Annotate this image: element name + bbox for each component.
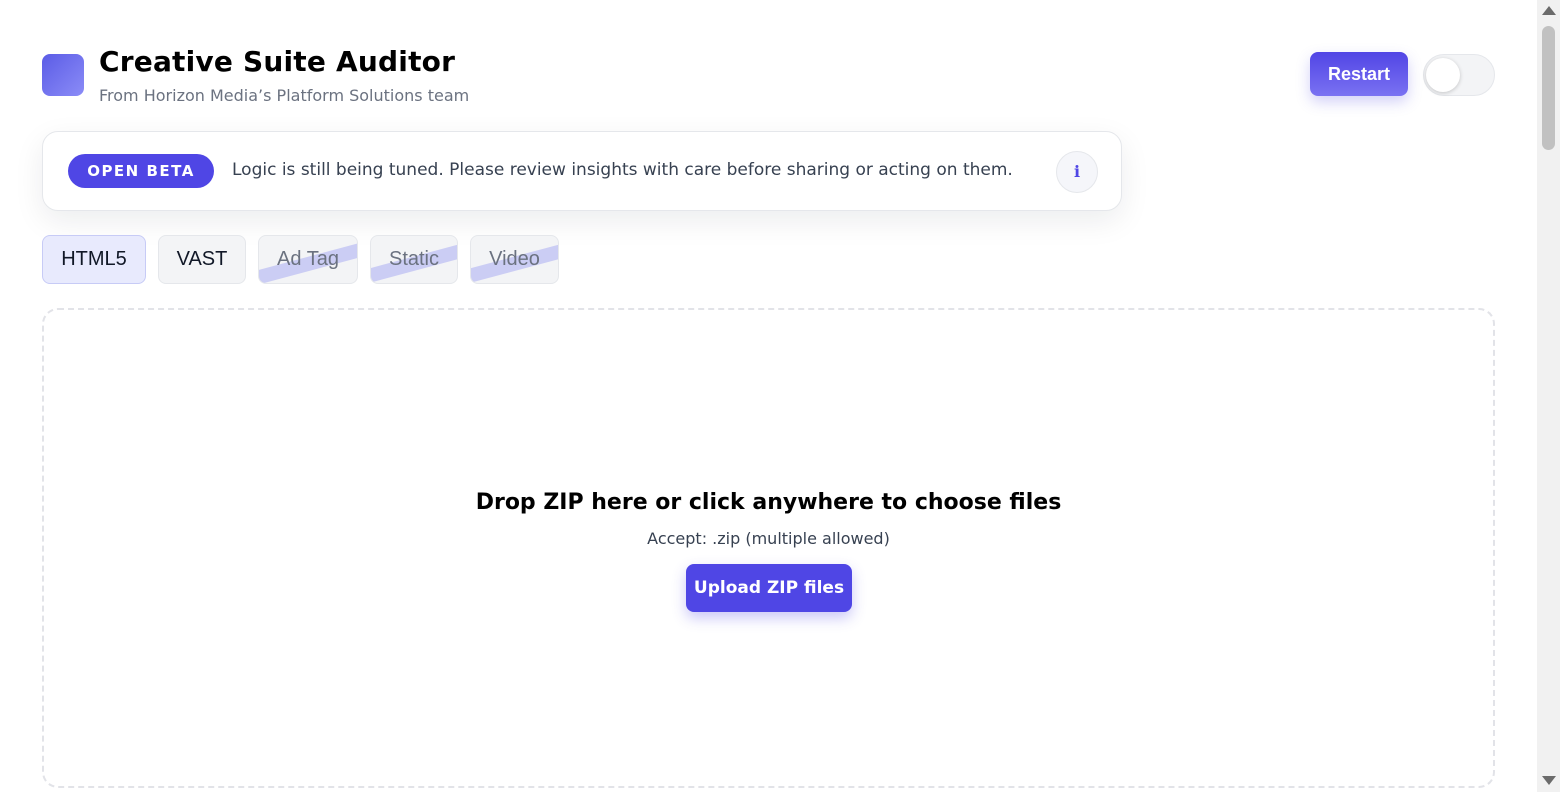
beta-message: Logic is still being tuned. Please revie… (232, 160, 1013, 180)
tab-static: Static (370, 235, 458, 284)
app-subtitle: From Horizon Media’s Platform Solutions … (99, 86, 470, 105)
dropzone-title: Drop ZIP here or click anywhere to choos… (475, 490, 1062, 515)
toggle-knob (1426, 58, 1460, 92)
beta-badge: OPEN BETA (68, 154, 214, 188)
dropzone-accept-hint: Accept: .zip (multiple allowed) (647, 529, 890, 548)
restart-button[interactable]: Restart (1310, 52, 1408, 96)
tab-label: Static (388, 248, 440, 270)
tab-ad-tag: Ad Tag (258, 235, 358, 284)
tab-label: HTML5 (61, 248, 127, 270)
tab-vast[interactable]: VAST (158, 235, 246, 284)
tab-label: Ad Tag (277, 248, 339, 270)
tab-label: VAST (176, 248, 228, 270)
theme-toggle[interactable] (1423, 54, 1495, 96)
tab-html5[interactable]: HTML5 (42, 235, 146, 284)
info-icon[interactable]: i (1056, 151, 1098, 193)
beta-banner: OPEN BETA Logic is still being tuned. Pl… (42, 131, 1122, 211)
scroll-down-arrow-icon[interactable] (1542, 776, 1556, 785)
zip-dropzone[interactable]: Drop ZIP here or click anywhere to choos… (42, 308, 1495, 788)
tab-video: Video (470, 235, 559, 284)
vertical-scrollbar[interactable] (1537, 0, 1560, 792)
app-logo (42, 54, 84, 96)
tab-label: Video (489, 248, 540, 270)
scroll-up-arrow-icon[interactable] (1542, 6, 1556, 15)
scroll-thumb[interactable] (1542, 26, 1555, 150)
app-title: Creative Suite Auditor (99, 45, 456, 78)
page: Creative Suite Auditor From Horizon Medi… (0, 0, 1560, 792)
upload-zip-button[interactable]: Upload ZIP files (686, 564, 852, 612)
